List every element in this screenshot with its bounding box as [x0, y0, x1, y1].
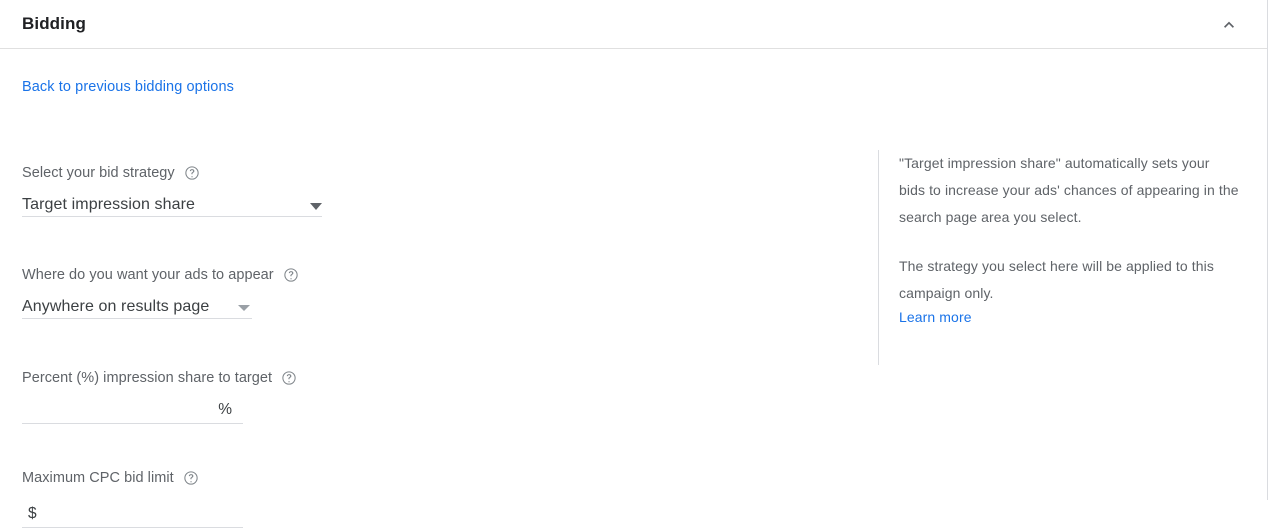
ads-appear-label-text: Where do you want your ads to appear — [22, 267, 274, 283]
learn-more-link[interactable]: Learn more — [899, 307, 972, 327]
panel-body: Back to previous bidding options Select … — [0, 49, 1267, 528]
percent-suffix: % — [218, 401, 232, 418]
ads-appear-select[interactable]: Anywhere on results page — [22, 285, 252, 319]
max-cpc-label-text: Maximum CPC bid limit — [22, 470, 174, 486]
page-title: Bidding — [22, 14, 86, 33]
field-bid-strategy: Select your bid strategy Target impressi… — [22, 163, 322, 217]
bid-strategy-label: Select your bid strategy — [22, 163, 322, 183]
help-circle-icon[interactable] — [283, 267, 299, 283]
bidding-info-panel: "Target impression share" automatically … — [878, 150, 1248, 365]
chevron-down-icon — [238, 305, 250, 311]
help-circle-icon[interactable] — [183, 470, 199, 486]
impression-share-label-text: Percent (%) impression share to target — [22, 370, 273, 386]
panel-header: Bidding — [0, 0, 1267, 49]
help-circle-icon[interactable] — [281, 370, 297, 386]
bidding-form: Select your bid strategy Target impressi… — [0, 49, 860, 528]
ads-appear-label: Where do you want your ads to appear — [22, 265, 299, 285]
chevron-up-icon — [1219, 15, 1239, 35]
help-circle-icon[interactable] — [184, 165, 200, 181]
chevron-down-icon — [310, 203, 322, 210]
field-max-cpc-bid-limit: Maximum CPC bid limit $ — [22, 468, 243, 528]
impression-share-label: Percent (%) impression share to target — [22, 368, 297, 388]
field-impression-share-target: Percent (%) impression share to target % — [22, 368, 297, 424]
bid-strategy-label-text: Select your bid strategy — [22, 165, 175, 181]
bidding-panel: Bidding Back to previous bidding options… — [0, 0, 1268, 528]
impression-share-input-row[interactable]: % — [22, 394, 243, 424]
ads-appear-selected-value: Anywhere on results page — [22, 298, 210, 315]
collapse-panel-button[interactable] — [1213, 9, 1245, 41]
bid-strategy-select[interactable]: Target impression share — [22, 183, 322, 217]
info-paragraph-1: "Target impression share" automatically … — [899, 155, 1239, 225]
currency-prefix: $ — [28, 505, 37, 522]
max-cpc-label: Maximum CPC bid limit — [22, 468, 243, 488]
max-cpc-input-row[interactable]: $ — [22, 498, 243, 528]
max-cpc-input[interactable] — [22, 503, 243, 527]
impression-share-input[interactable] — [22, 399, 243, 423]
field-ads-appear: Where do you want your ads to appear Any… — [22, 265, 299, 319]
info-paragraph-2: The strategy you select here will be app… — [899, 258, 1214, 301]
bid-strategy-selected-value: Target impression share — [22, 196, 196, 213]
